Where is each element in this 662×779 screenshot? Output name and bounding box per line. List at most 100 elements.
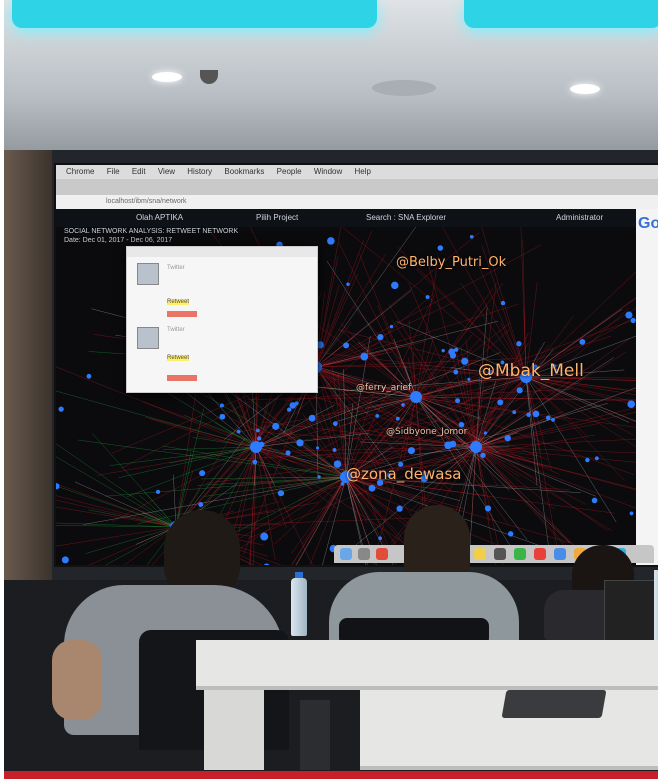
graph-node: [360, 352, 369, 361]
bottom-red-bar: [4, 771, 658, 779]
popup-entry: Twitter: [167, 265, 185, 271]
desk: [196, 640, 658, 690]
browser-url-bar[interactable]: localhost/ibm/sna/network: [56, 195, 658, 209]
menu-item[interactable]: Help: [355, 167, 371, 176]
tweet-popup[interactable]: Twitter Retweet Twitter Retweet: [126, 246, 318, 393]
node-label: @Sidbyone_Jomor: [386, 427, 468, 437]
person-arm: [52, 640, 102, 720]
graph-node: [58, 406, 64, 412]
graph-node: [469, 234, 474, 239]
menu-item[interactable]: History: [187, 167, 212, 176]
graph-node: [294, 401, 299, 406]
app-header: Olah APTIKA Pilih Project Search : SNA E…: [56, 209, 636, 227]
graph-node: [467, 377, 471, 381]
menu-item[interactable]: Chrome: [66, 167, 94, 176]
graph-node: [252, 459, 258, 465]
dock-app-icon[interactable]: [534, 548, 546, 560]
admin-menu[interactable]: Administrator: [556, 209, 603, 227]
graph-node: [585, 457, 590, 463]
browser-tabbar[interactable]: [56, 179, 658, 195]
graph-node: [308, 414, 316, 422]
popup-header: [127, 247, 317, 257]
project-select[interactable]: Pilih Project: [256, 209, 298, 227]
graph-node: [198, 502, 204, 507]
avatar: [137, 263, 159, 285]
ceiling-speaker: [372, 80, 436, 96]
graph-node: [236, 429, 241, 434]
graph-node: [199, 470, 206, 477]
app-title[interactable]: Olah APTIKA: [136, 209, 183, 227]
graph-hub-node: [410, 391, 422, 403]
graph-node: [315, 446, 320, 450]
menu-item[interactable]: Bookmarks: [224, 167, 264, 176]
menu-item[interactable]: Edit: [132, 167, 146, 176]
analysis-meta: SOCIAL NETWORK ANALYSIS: RETWEET NETWORK…: [64, 227, 238, 245]
graph-node: [343, 342, 350, 349]
graph-node: [497, 399, 504, 406]
popup-highlight: Retweet: [167, 355, 190, 361]
graph-node: [260, 532, 269, 541]
graph-node: [625, 311, 633, 319]
graph-node: [532, 410, 540, 418]
menu-item[interactable]: View: [158, 167, 175, 176]
graph-node: [516, 341, 522, 347]
graph-node: [395, 416, 400, 421]
popup-badge[interactable]: [167, 311, 197, 317]
graph-node: [629, 511, 634, 516]
avatar: [137, 327, 159, 349]
graph-node: [378, 536, 383, 541]
graph-node: [441, 348, 445, 353]
graph-node: [579, 339, 586, 345]
graph-node: [391, 281, 399, 290]
dock-app-icon[interactable]: [376, 548, 388, 560]
graph-node: [277, 490, 285, 497]
dock-app-icon[interactable]: [358, 548, 370, 560]
graph-node: [526, 412, 531, 417]
dock-app-icon[interactable]: [494, 548, 506, 560]
graph-node: [368, 484, 376, 492]
ceiling-downlight: [570, 84, 600, 94]
graph-node: [591, 497, 598, 504]
graph-node: [545, 415, 551, 421]
graph-node: [448, 348, 456, 356]
graph-node: [219, 403, 224, 408]
graph-node: [377, 333, 384, 341]
graph-node: [272, 422, 280, 430]
graph-node: [425, 295, 430, 300]
dock-app-icon[interactable]: [554, 548, 566, 560]
meta-line: SOCIAL NETWORK ANALYSIS: RETWEET NETWORK: [64, 228, 239, 235]
chair-base: [300, 700, 330, 770]
graph-node: [256, 436, 262, 441]
graph-node: [285, 450, 291, 456]
ceiling-downlight: [152, 72, 182, 82]
desk-leg-panel: [204, 690, 264, 770]
menu-item[interactable]: File: [107, 167, 120, 176]
ceiling-light-panel: [464, 0, 658, 28]
dock-app-icon[interactable]: [514, 548, 526, 560]
node-label: @Mbak_Mell: [478, 361, 584, 381]
graph-node: [449, 440, 457, 448]
popup-badge[interactable]: [167, 375, 197, 381]
graph-node: [256, 428, 260, 433]
node-label: @Belby_Putri_Ok: [396, 255, 507, 270]
graph-node: [86, 373, 92, 379]
power-bank: [501, 690, 607, 718]
graph-node: [437, 245, 444, 251]
graph-node: [455, 398, 461, 404]
graph-node: [627, 400, 636, 409]
graph-node: [327, 237, 335, 245]
graph-node: [453, 369, 459, 375]
graph-node: [296, 439, 304, 447]
menu-item[interactable]: People: [277, 167, 302, 176]
search-label[interactable]: Search : SNA Explorer: [366, 209, 446, 227]
graph-node: [500, 300, 506, 306]
person-head: [164, 510, 240, 596]
graph-node: [551, 418, 555, 422]
graph-node: [461, 357, 469, 365]
graph-node: [516, 387, 523, 394]
graph-node: [286, 407, 292, 412]
dock-app-icon[interactable]: [340, 548, 352, 560]
dock-app-icon[interactable]: [474, 548, 486, 560]
menu-item[interactable]: Window: [314, 167, 342, 176]
graph-node: [346, 282, 350, 286]
